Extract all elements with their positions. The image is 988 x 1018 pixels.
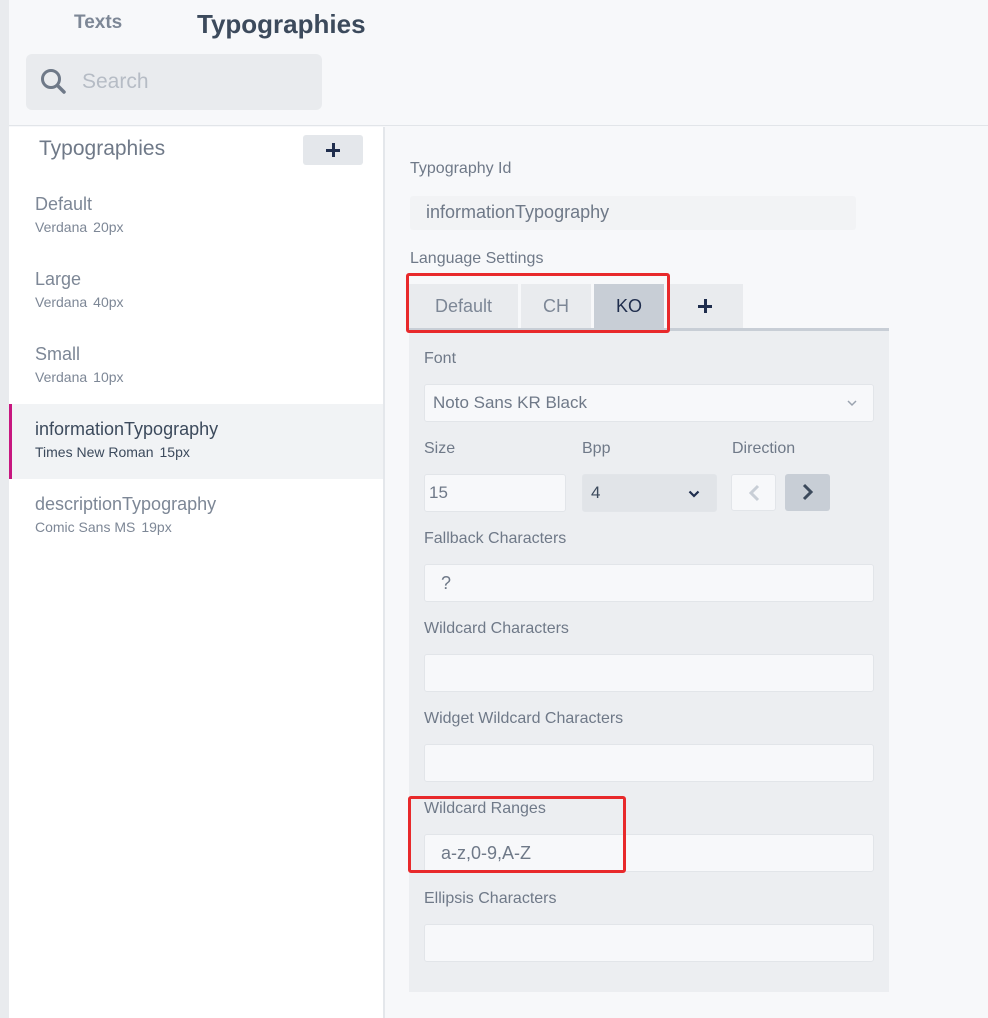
chevron-left-icon — [748, 484, 760, 502]
widget-wildcard-input[interactable] — [424, 744, 874, 782]
item-font: Verdana — [35, 219, 88, 235]
item-font: Verdana — [35, 294, 88, 310]
tab-texts[interactable]: Texts — [74, 12, 122, 34]
item-name: informationTypography — [35, 419, 219, 439]
widget-wildcard-label: Widget Wildcard Characters — [424, 710, 624, 727]
typography-item-default[interactable]: Default Verdana 20px — [9, 179, 383, 254]
language-settings-panel: Font Noto Sans KR Black Size Bpp Directi… — [409, 331, 889, 992]
item-font-info: Verdana 20px — [35, 219, 383, 235]
left-edge-strip — [0, 0, 9, 1018]
fallback-input[interactable]: ? — [424, 564, 874, 602]
wildcard-label: Wildcard Characters — [424, 620, 569, 637]
typography-list: Default Verdana 20px Large Verdana 40px Sm… — [9, 179, 383, 554]
size-input[interactable]: 15 — [424, 474, 566, 512]
item-size: 10px — [93, 369, 124, 385]
add-language-button[interactable] — [667, 284, 743, 328]
add-typography-button[interactable] — [303, 135, 363, 165]
item-size: 15px — [159, 444, 190, 460]
tab-typographies[interactable]: Typographies — [197, 9, 366, 40]
item-font-info: Times New Roman 15px — [35, 444, 383, 460]
fallback-label: Fallback Characters — [424, 530, 567, 547]
item-font: Verdana — [35, 369, 88, 385]
highlight-wildcard-ranges — [408, 796, 626, 873]
item-font-info: Comic Sans MS 19px — [35, 519, 383, 535]
bpp-label: Bpp — [582, 440, 611, 457]
item-name: Default — [35, 194, 93, 214]
item-font-info: Verdana 10px — [35, 369, 383, 385]
plus-icon — [326, 143, 340, 157]
plus-icon — [698, 299, 712, 313]
ellipsis-label: Ellipsis Characters — [424, 890, 557, 907]
search-box — [26, 54, 322, 110]
item-size: 20px — [93, 219, 124, 235]
typography-item-large[interactable]: Large Verdana 40px — [9, 254, 383, 329]
bpp-select[interactable]: 4 — [582, 474, 717, 512]
direction-label: Direction — [732, 440, 796, 457]
sidebar-title: Typographies — [39, 137, 166, 160]
size-label: Size — [424, 440, 456, 457]
typography-item-description[interactable]: descriptionTypography Comic Sans MS 19px — [9, 479, 383, 554]
font-select[interactable]: Noto Sans KR Black — [424, 384, 874, 422]
item-size: 40px — [93, 294, 124, 310]
search-icon — [41, 69, 66, 94]
item-name: Small — [35, 344, 81, 364]
header: Texts Typographies — [9, 0, 988, 126]
font-value: Noto Sans KR Black — [433, 393, 588, 412]
typography-id-label: Typography Id — [410, 160, 512, 177]
highlight-language-tabs — [406, 273, 670, 333]
item-name: descriptionTypography — [35, 494, 217, 514]
typography-item-small[interactable]: Small Verdana 10px — [9, 329, 383, 404]
item-font: Comic Sans MS — [35, 519, 136, 535]
search-input[interactable] — [82, 66, 302, 98]
chevron-right-icon — [802, 483, 814, 501]
item-size: 19px — [141, 519, 172, 535]
typography-sidebar: Typographies Default Verdana 20px Large V… — [9, 127, 385, 1018]
chevron-down-icon — [847, 400, 857, 407]
wildcard-input[interactable] — [424, 654, 874, 692]
item-font-info: Verdana 40px — [35, 294, 383, 310]
direction-right-button[interactable] — [785, 474, 830, 511]
language-settings-label: Language Settings — [410, 250, 544, 267]
item-font: Times New Roman — [35, 444, 154, 460]
item-name: Large — [35, 269, 82, 289]
typography-id-field[interactable]: informationTypography — [410, 196, 856, 230]
direction-left-button[interactable] — [731, 474, 776, 511]
font-label: Font — [424, 350, 457, 367]
bpp-value: 4 — [591, 483, 601, 502]
typography-item-information[interactable]: informationTypography Times New Roman 15p… — [9, 404, 383, 479]
chevron-down-icon — [688, 490, 700, 498]
ellipsis-input[interactable] — [424, 924, 874, 962]
